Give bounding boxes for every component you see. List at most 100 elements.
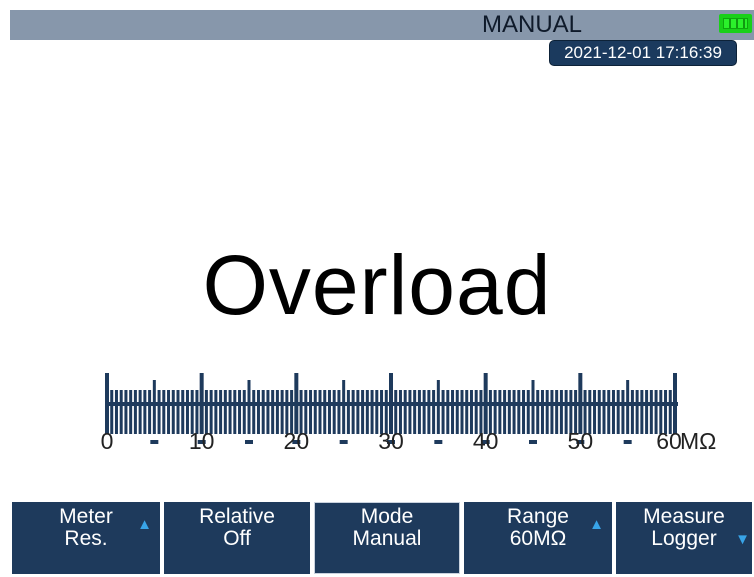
scale-tick	[228, 390, 232, 434]
scale-tick	[214, 390, 218, 434]
scale-tick-label: 50	[567, 428, 594, 454]
scale-tick	[503, 390, 507, 434]
scale-tick-label: 30	[378, 428, 404, 454]
scale-tick	[507, 390, 511, 434]
scale-tick	[578, 373, 583, 434]
scale-tick	[346, 390, 350, 434]
scale-tick	[157, 390, 161, 434]
scale-tick	[238, 390, 242, 434]
scale-tick	[621, 390, 625, 434]
scale-tick	[133, 390, 137, 434]
scale-tick	[242, 390, 246, 434]
scale-tick	[441, 390, 445, 434]
scale-tick	[351, 390, 355, 434]
softkey-range[interactable]: Range 60MΩ ▲	[462, 500, 614, 576]
scale-minor-mark	[434, 440, 443, 444]
softkey-value: Off	[223, 527, 251, 550]
scale-tick	[294, 373, 299, 434]
battery-icon	[719, 14, 752, 33]
scale-tick	[167, 390, 171, 434]
scale-tick	[465, 390, 469, 434]
scale-tick	[275, 390, 279, 434]
scale-tick-label: 40	[472, 428, 499, 454]
scale-tick	[152, 380, 156, 434]
scale-tick	[327, 390, 331, 434]
scale-minor-mark	[623, 440, 632, 444]
scale-tick	[370, 390, 374, 434]
scale-tick	[199, 373, 204, 434]
scale-tick	[271, 390, 275, 434]
scale-tick	[673, 373, 677, 434]
softkey-label: Relative	[199, 505, 275, 528]
scale-tick	[408, 390, 412, 434]
softkey-bar: Meter Res. ▲ Relative Off Mode Manual Ra…	[0, 499, 754, 577]
scale-tick	[129, 390, 133, 434]
scale-tick	[337, 390, 341, 434]
scale-tick	[483, 373, 488, 434]
timestamp: 2021-12-01 17:16:39	[549, 40, 737, 66]
scale-tick	[455, 390, 459, 434]
softkey-measure[interactable]: Measure Logger ▼	[614, 500, 754, 576]
scale-tick	[309, 390, 313, 434]
scale-tick	[124, 390, 128, 434]
scale-tick	[138, 390, 142, 434]
scale-tick	[332, 390, 336, 434]
scale-tick	[593, 390, 597, 434]
scale-tick	[626, 380, 630, 434]
softkey-mode[interactable]: Mode Manual	[312, 500, 462, 576]
scale-tick	[616, 390, 620, 434]
arrow-down-icon: ▼	[735, 531, 750, 548]
scale-tick	[550, 390, 554, 434]
scale-minor-mark	[339, 440, 348, 444]
scale-tick	[422, 390, 426, 434]
scale-tick	[171, 390, 175, 434]
scale-tick	[313, 390, 317, 434]
scale-tick	[545, 390, 549, 434]
arrow-up-icon: ▲	[589, 516, 604, 533]
scale-tick	[318, 390, 322, 434]
scale-tick	[413, 390, 417, 434]
scale-tick	[219, 390, 223, 434]
scale-minor-mark	[150, 440, 159, 444]
softkey-value: Logger	[651, 527, 717, 550]
softkey-meter[interactable]: Meter Res. ▲	[10, 500, 162, 576]
softkey-value: Manual	[352, 527, 422, 550]
scale-tick	[162, 390, 166, 434]
scale-tick	[645, 390, 649, 434]
scale-tick	[389, 373, 393, 434]
scale-tick	[602, 390, 606, 434]
scale-tick	[436, 380, 440, 434]
softkey-label: Measure	[643, 505, 725, 528]
scale-tick-label: 20	[283, 428, 310, 454]
scale-tick	[143, 390, 147, 434]
scale-tick-label: 10	[188, 428, 215, 454]
scale-tick	[540, 390, 544, 434]
scale-tick	[261, 390, 265, 434]
scale-tick	[611, 390, 615, 434]
scale-tick	[517, 390, 521, 434]
scale-tick	[256, 390, 260, 434]
softkey-label: Mode	[360, 505, 414, 528]
scale-tick-label: 0	[100, 428, 114, 454]
scale-tick	[356, 390, 360, 434]
scale-minor-mark	[529, 440, 537, 444]
scale-tick	[531, 380, 535, 434]
scale-tick	[635, 390, 639, 434]
status-bar	[10, 10, 754, 40]
scale-tick	[607, 390, 611, 434]
scale-tick	[181, 390, 185, 434]
scale-tick	[266, 390, 270, 434]
scale-unit: MΩ	[680, 428, 717, 454]
scale-tick	[498, 390, 502, 434]
softkey-relative[interactable]: Relative Off	[162, 500, 312, 576]
scale-tick	[432, 390, 436, 434]
scale-tick	[119, 390, 123, 434]
scale-tick	[522, 390, 526, 434]
scale-tick	[451, 390, 455, 434]
measurement-reading: Overload	[202, 238, 552, 332]
scale-tick	[148, 390, 152, 434]
scale-tick	[640, 390, 644, 434]
scale-tick	[630, 390, 634, 434]
scale-tick	[403, 390, 407, 434]
scale-tick	[365, 390, 369, 434]
